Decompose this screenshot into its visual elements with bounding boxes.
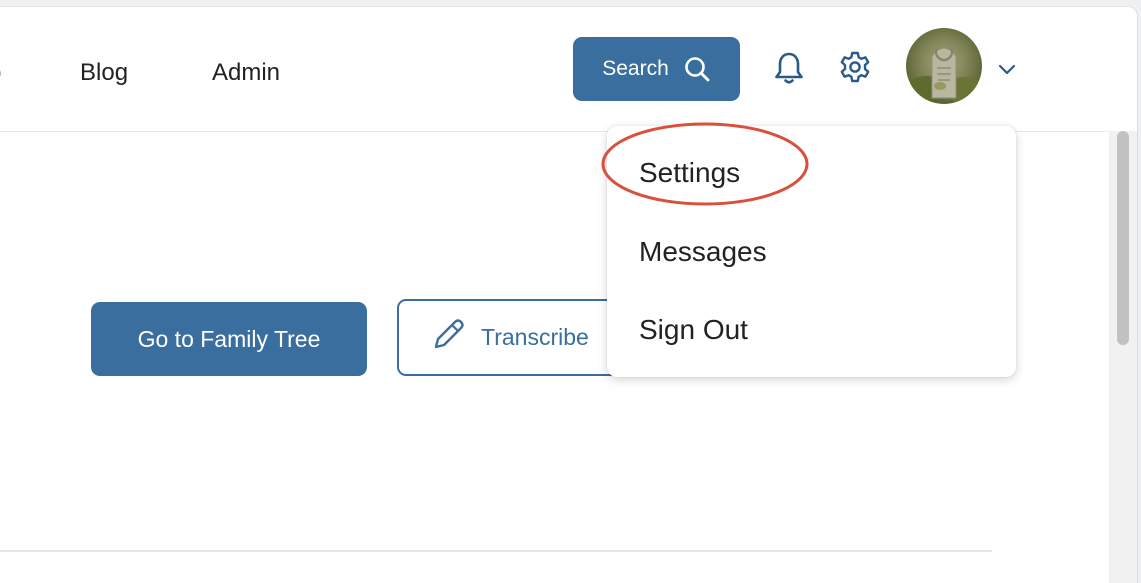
scrollbar-thumb[interactable] xyxy=(1117,131,1129,345)
user-dropdown-menu: Settings Messages Sign Out xyxy=(607,126,1016,377)
menu-item-settings[interactable]: Settings xyxy=(639,157,740,189)
top-navbar: p Blog Admin Search xyxy=(0,7,1137,132)
user-avatar[interactable] xyxy=(906,28,982,104)
vertical-scrollbar[interactable] xyxy=(1109,131,1137,583)
transcribe-button-label: Transcribe xyxy=(481,324,589,350)
search-button-label: Search xyxy=(602,57,669,80)
section-divider xyxy=(0,550,992,552)
search-icon xyxy=(683,55,711,83)
go-to-family-tree-label: Go to Family Tree xyxy=(137,325,321,352)
menu-item-sign-out[interactable]: Sign Out xyxy=(639,314,748,346)
nav-link-partial[interactable]: p xyxy=(0,59,1,87)
bell-icon[interactable] xyxy=(773,51,805,90)
menu-item-messages[interactable]: Messages xyxy=(639,236,767,268)
pencil-icon xyxy=(429,316,467,360)
nav-link-blog[interactable]: Blog xyxy=(80,59,128,87)
gear-icon[interactable] xyxy=(838,50,872,89)
nav-link-admin[interactable]: Admin xyxy=(212,59,280,87)
search-button[interactable]: Search xyxy=(573,37,740,101)
chevron-down-icon[interactable] xyxy=(997,63,1017,82)
go-to-family-tree-button[interactable]: Go to Family Tree xyxy=(91,302,367,376)
